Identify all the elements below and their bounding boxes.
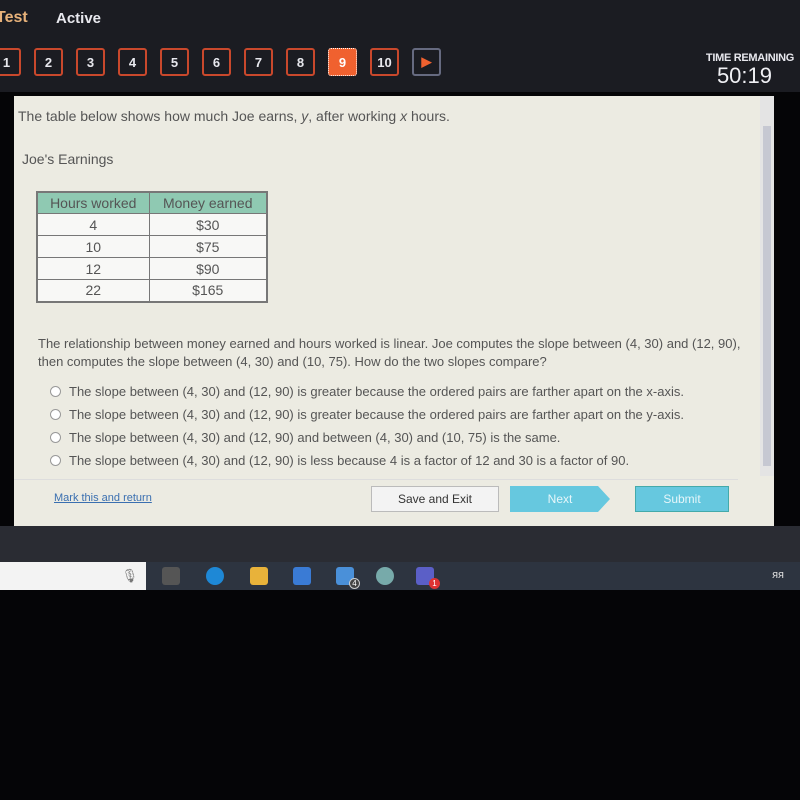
table-row: 22 $165 — [36, 279, 268, 302]
file-explorer-icon[interactable] — [250, 567, 268, 585]
question-panel: The table below shows how much Joe earns… — [14, 96, 774, 526]
teams-badge: 1 — [429, 578, 440, 589]
test-header: Test Active 1 2 3 4 5 6 7 8 9 10 ▶ TIME … — [0, 0, 800, 92]
table-title: Joe's Earnings — [22, 151, 114, 167]
cell: 4 — [36, 213, 150, 236]
chrome-icon[interactable] — [376, 567, 394, 585]
answer-option-4[interactable]: The slope between (4, 30) and (12, 90) i… — [50, 449, 684, 472]
question-4-button[interactable]: 4 — [118, 48, 147, 76]
cell: 22 — [36, 279, 150, 302]
question-6-button[interactable]: 6 — [202, 48, 231, 76]
question-9-button-current[interactable]: 9 — [328, 48, 357, 76]
taskbar-search-box[interactable]: 🎙 — [0, 562, 146, 590]
submit-button[interactable]: Submit — [635, 486, 729, 512]
cell: $90 — [148, 257, 268, 280]
teams-icon[interactable]: 1 — [416, 567, 440, 589]
prompt-text: , after working — [308, 108, 401, 124]
option-label: The slope between (4, 30) and (12, 90) i… — [69, 384, 684, 399]
header-money: Money earned — [148, 191, 268, 214]
question-7-button[interactable]: 7 — [244, 48, 273, 76]
answer-option-2[interactable]: The slope between (4, 30) and (12, 90) i… — [50, 403, 684, 426]
edge-icon[interactable] — [206, 567, 224, 585]
prompt-text: The table below shows how much Joe earns… — [18, 108, 302, 124]
scrollbar[interactable] — [760, 96, 774, 476]
time-remaining-value: 50:19 — [716, 63, 772, 88]
cell: 12 — [36, 257, 150, 280]
app-title: Test — [0, 9, 28, 26]
question-prompt: The table below shows how much Joe earns… — [18, 108, 450, 124]
question-8-button[interactable]: 8 — [286, 48, 315, 76]
save-and-exit-button[interactable]: Save and Exit — [371, 486, 499, 512]
question-1-button[interactable]: 1 — [0, 48, 21, 76]
table-row: 10 $75 — [36, 235, 268, 258]
header-hours: Hours worked — [36, 191, 150, 214]
earnings-table: Hours worked Money earned 4 $30 10 $75 12 $9… — [36, 191, 268, 303]
option-label: The slope between (4, 30) and (12, 90) a… — [69, 430, 561, 445]
next-page-arrow-icon[interactable]: ▶ — [412, 48, 441, 76]
status-label: Active — [56, 10, 102, 27]
microphone-icon[interactable]: 🎙 — [121, 568, 138, 584]
option-label: The slope between (4, 30) and (12, 90) i… — [69, 407, 684, 422]
answer-option-3[interactable]: The slope between (4, 30) and (12, 90) a… — [50, 426, 684, 449]
store-icon[interactable] — [293, 567, 311, 585]
cell: $75 — [148, 235, 268, 258]
prompt-text: hours. — [407, 108, 450, 124]
task-view-icon[interactable] — [162, 567, 180, 585]
people-icon[interactable]: ᴙᴙ — [772, 569, 784, 581]
desktop-gap — [0, 526, 800, 562]
mark-and-return-link[interactable]: Mark this and return — [54, 492, 152, 504]
cell: $165 — [148, 279, 268, 302]
radio-button[interactable] — [50, 386, 61, 397]
divider — [14, 479, 738, 480]
question-5-button[interactable]: 5 — [160, 48, 189, 76]
table-row: 12 $90 — [36, 257, 268, 280]
question-10-button[interactable]: 10 — [370, 48, 399, 76]
question-text: The relationship between money earned an… — [38, 336, 741, 369]
table-header-row: Hours worked Money earned — [36, 191, 268, 214]
mail-badge: 4 — [349, 578, 360, 589]
table-row: 4 $30 — [36, 213, 268, 236]
scrollbar-thumb[interactable] — [763, 126, 771, 466]
option-label: The slope between (4, 30) and (12, 90) i… — [69, 453, 630, 468]
cell: $30 — [148, 213, 268, 236]
radio-button[interactable] — [50, 432, 61, 443]
answer-options: The slope between (4, 30) and (12, 90) i… — [50, 380, 684, 472]
mail-icon[interactable]: 4 — [336, 567, 360, 589]
cell: 10 — [36, 235, 150, 258]
question-navigator: 1 2 3 4 5 6 7 8 9 10 ▶ — [0, 48, 441, 76]
next-button[interactable]: Next — [510, 486, 610, 512]
question-3-button[interactable]: 3 — [76, 48, 105, 76]
radio-button[interactable] — [50, 409, 61, 420]
answer-option-1[interactable]: The slope between (4, 30) and (12, 90) i… — [50, 380, 684, 403]
radio-button[interactable] — [50, 455, 61, 466]
taskbar: 🎙 4 1 ᴙᴙ — [0, 562, 800, 590]
question-2-button[interactable]: 2 — [34, 48, 63, 76]
